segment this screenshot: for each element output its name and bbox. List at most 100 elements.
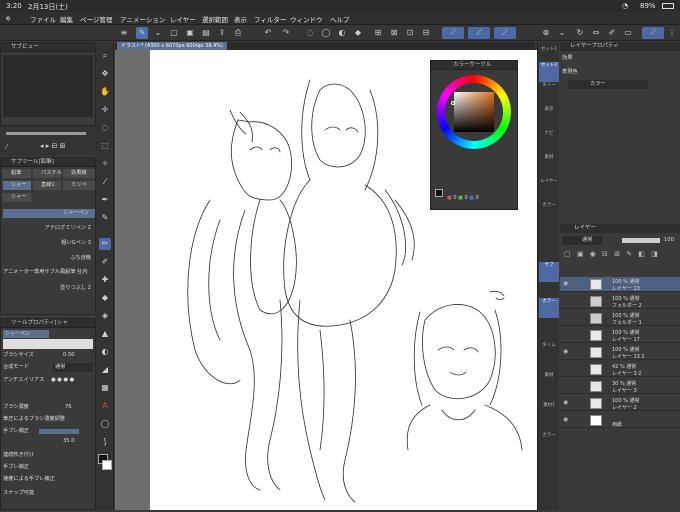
eye-icon[interactable]: ◉ [563,400,569,406]
eyedropper-icon[interactable]: ⁄ [99,176,111,188]
stabilize-slider[interactable] [39,429,79,434]
stroke-4-button[interactable]: ⟋ [642,27,664,39]
move-icon[interactable]: ✥ [99,68,111,80]
tab-material[interactable]: 素材 [539,154,559,174]
transform-icon[interactable]: ⊞ [372,27,384,39]
airbrush-icon[interactable]: ✐ [99,256,111,268]
layer-row[interactable]: 42 % 通常 レイヤー 3 2 [560,362,680,377]
nav-buttons[interactable]: ◂ ▸ ⊟ ⊞ [40,142,65,150]
eye-icon[interactable]: ◉ [563,281,569,287]
tab-material3[interactable]: 素材1 [539,402,559,422]
sub-color-swatch[interactable] [102,460,112,470]
eye-icon[interactable]: ◉ [563,349,569,355]
layer-row[interactable]: ◉ 100 % 通常 レイヤー 13 2 [560,345,680,360]
snap-checkbox[interactable]: スナップ可能 [3,489,34,498]
selection-icon[interactable]: ⬚ [99,140,111,152]
blend-tool-icon[interactable]: ◈ [99,310,111,322]
decoration-icon[interactable]: ✚ [99,274,111,286]
invert-icon[interactable]: ◐ [336,27,348,39]
select-all-icon[interactable]: ◌ [304,27,316,39]
text-tool-icon[interactable]: A [99,400,111,412]
stabilize-value[interactable]: 35.0 [63,437,75,446]
stroke-2-button[interactable]: ⟋ [468,27,490,39]
operation-icon[interactable]: ✛ [99,104,111,116]
menu-filter[interactable]: フィルター [254,14,286,24]
brush-item-analog[interactable]: アナログミリペン 2 [3,224,95,233]
menu-selection[interactable]: 選択範囲 [202,14,228,24]
subtool-tab-mili[interactable]: ミリペ [63,181,95,190]
brush-size-slider[interactable] [6,132,86,135]
stroke-1-button[interactable]: ⟋ [442,27,464,39]
zoom-icon[interactable]: ⌕ [99,50,111,62]
hand-icon[interactable]: ✋ [99,86,111,98]
aa-options[interactable]: ● ● ● ● [51,376,74,385]
layer-opacity-value[interactable]: 100 [664,236,674,245]
frame-icon[interactable]: ▦ [99,382,111,394]
fill-tool-icon[interactable]: ▲ [99,328,111,340]
subtool-tab-pastel[interactable]: パステル [33,169,62,178]
menu-layer[interactable]: レイヤー [170,14,196,24]
rotate-icon[interactable]: ↻ [574,27,586,39]
subtool-tab-shar2[interactable]: シャー [3,193,31,202]
pen-icon[interactable]: ✎ [136,27,148,39]
continuous-checkbox[interactable]: 連続吹き付け [3,451,34,460]
tool-icon[interactable]: ⊗ [540,27,552,39]
menu-page[interactable]: ページ管理 [80,14,112,24]
eraser-tool-icon[interactable]: ◆ [99,292,111,304]
save-icon[interactable]: ▤ [200,27,212,39]
tab-material2[interactable]: 素材 [539,372,559,392]
snap-icon[interactable]: ⊟ [420,27,432,39]
stroke-3-button[interactable]: ⟋ [494,27,516,39]
menu-hamburger-icon[interactable]: ≡ [118,27,130,39]
navigator-area[interactable] [3,55,93,117]
ruler-icon[interactable]: ⊡ [404,27,416,39]
layer-row[interactable]: 100 % 通常 フォルダー 2 [560,294,680,309]
color-picker-cursor[interactable] [451,101,455,105]
subtool-tab-shar[interactable]: シャー [3,181,31,190]
eye-icon[interactable] [563,332,569,338]
eye-icon[interactable] [563,366,569,372]
layer-row[interactable]: 100 % 通常 レイヤー 17 [560,328,680,343]
chevron-down-icon[interactable]: ⌄ [152,27,164,39]
menu-edit[interactable]: 編集 [60,14,73,24]
tab-display[interactable]: 表示 [539,106,559,126]
tab-layer[interactable]: レイヤー [539,178,559,198]
brush-item-fill[interactable]: 塗りつぶし 2 [3,284,95,293]
correct-line-icon[interactable]: ⟆ [99,436,111,448]
density-value[interactable]: 76 [65,403,72,412]
layer-opacity-slider[interactable] [622,238,660,243]
new-file-icon[interactable]: ▢ [168,27,180,39]
menu-animation[interactable]: アニメーション [120,14,165,24]
menu-window[interactable]: ウィンドウ [290,14,323,24]
pressure-density-checkbox[interactable]: 筆圧によるブラシ濃度調整 [3,415,65,424]
magic-wand-icon[interactable]: ✧ [99,158,111,170]
tab-color3[interactable]: カラー [539,432,559,452]
lasso-icon[interactable]: ◌ [99,122,111,134]
brush-tool-icon[interactable]: ✎ [99,212,111,224]
tab-tile[interactable]: タイー [539,82,559,102]
eraser-icon[interactable]: ▭ [622,27,634,39]
print-icon[interactable]: ⎙ [232,27,244,39]
layer-toolbar[interactable]: ▢ ▣ ◉ ⊟ ⊞ ✎ ◧ ◨ [564,250,660,258]
speed-stabilize-checkbox[interactable]: 速度による手ブレ補正 [3,475,55,484]
grid-icon[interactable]: ⊠ [388,27,400,39]
brush-size-value[interactable]: 0.50 [63,351,75,360]
chevron-down-icon[interactable]: ⌄ [556,27,568,39]
subtool-tab-pencil[interactable]: 鉛筆 [3,169,31,178]
undo-icon[interactable]: ↶ [262,27,274,39]
menu-view[interactable]: 表示 [234,14,247,24]
brush-item-anime[interactable]: アニメーター専用サブル風鉛筆 社内 [3,268,95,277]
subtool-tab-effect[interactable]: 効果線 [63,169,95,178]
tab-sub[interactable]: サブ [539,262,559,282]
layer-row[interactable]: ◉ 用紙 [560,413,680,428]
brush-item-gpen[interactable]: 粗いGペン 3 [3,239,95,248]
layer-row[interactable]: ◉ 100 % 通常 レイヤー 2 [560,396,680,411]
redo-icon[interactable]: ↷ [280,27,292,39]
saturation-value-square[interactable] [454,92,494,132]
eye-icon[interactable]: ◉ [563,417,569,423]
tab-time[interactable]: タイム [539,342,559,362]
more-icon[interactable]: ⋮ [666,27,678,39]
app-logo-icon[interactable]: ໑ [6,14,10,22]
brush-icon[interactable]: ✐ [606,27,618,39]
open-icon[interactable]: ▣ [184,27,196,39]
